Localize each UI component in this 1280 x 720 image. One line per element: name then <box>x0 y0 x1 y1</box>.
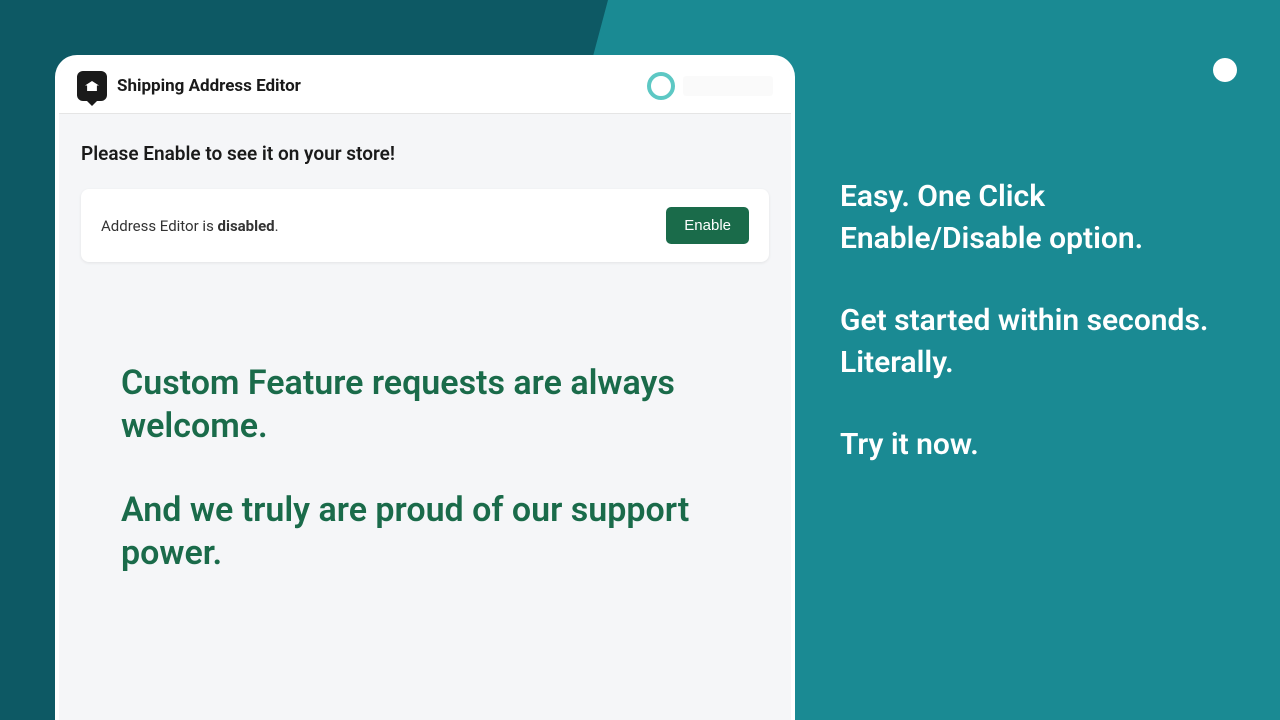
status-suffix: . <box>275 217 279 235</box>
decorative-dot <box>1213 58 1237 82</box>
promo-line-1: Custom Feature requests are always welco… <box>121 362 729 447</box>
app-header-left: Shipping Address Editor <box>77 71 301 101</box>
avatar-icon <box>647 72 675 100</box>
sidebar-line-3: Try it now. <box>840 424 1240 466</box>
status-state: disabled <box>218 217 275 235</box>
sidebar-line-1: Easy. One Click Enable/Disable option. <box>840 176 1240 260</box>
app-window: Shipping Address Editor Please Enable to… <box>55 55 795 720</box>
promo-text: Custom Feature requests are always welco… <box>81 362 769 574</box>
app-title: Shipping Address Editor <box>117 76 301 96</box>
app-content: Please Enable to see it on your store! A… <box>59 114 791 638</box>
sidebar-line-2: Get started within seconds. Literally. <box>840 300 1240 384</box>
avatar-placeholder <box>683 76 773 96</box>
app-logo-icon <box>77 71 107 101</box>
enable-button[interactable]: Enable <box>666 207 749 244</box>
status-card: Address Editor is disabled. Enable <box>81 189 769 262</box>
app-header-right <box>647 72 773 100</box>
enable-prompt: Please Enable to see it on your store! <box>81 142 769 165</box>
promo-line-2: And we truly are proud of our support po… <box>121 489 729 574</box>
status-prefix: Address Editor is <box>101 217 218 235</box>
sidebar-text: Easy. One Click Enable/Disable option. G… <box>840 176 1240 506</box>
app-header: Shipping Address Editor <box>59 59 791 114</box>
status-text: Address Editor is disabled. <box>101 217 279 235</box>
